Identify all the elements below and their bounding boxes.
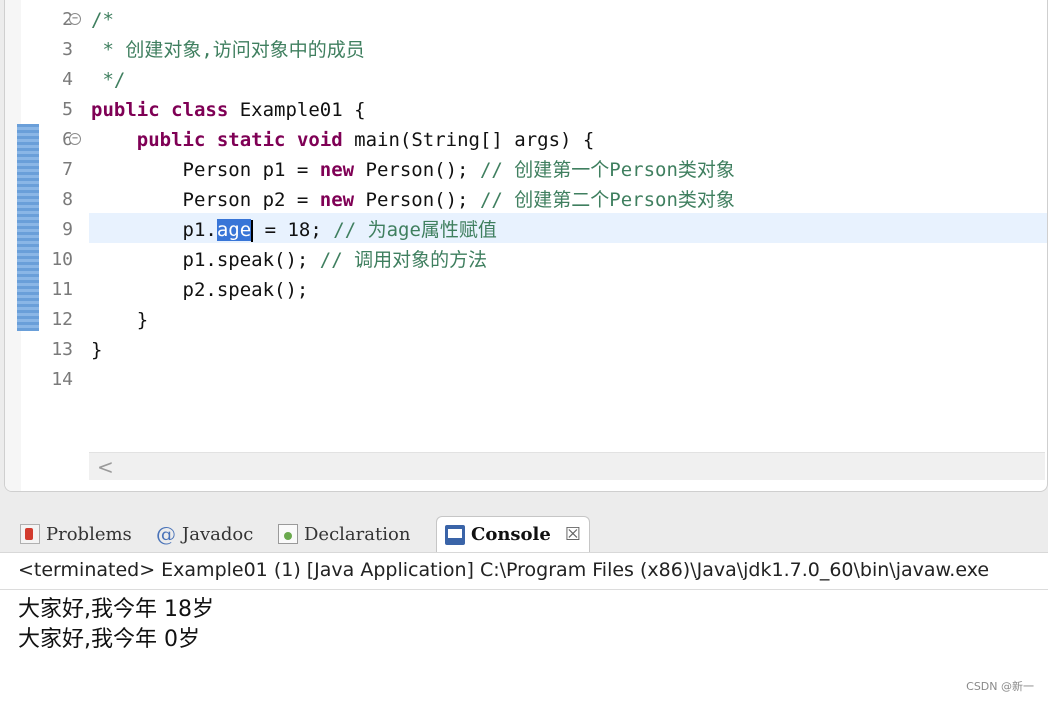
keyword-token: static [216, 129, 286, 151]
tab-console[interactable]: Console ☒ [436, 516, 590, 552]
keyword-token: new [319, 189, 355, 211]
line-number: 12 [51, 309, 73, 330]
horizontal-scrollbar[interactable]: < [89, 452, 1045, 480]
code-token: Person(); [354, 189, 480, 211]
tab-javadoc[interactable]: @ Javadoc [148, 516, 261, 552]
code-token: p1. [91, 219, 217, 241]
declaration-icon [278, 524, 298, 544]
tab-problems-label: Problems [46, 523, 132, 545]
tab-declaration-label: Declaration [304, 523, 411, 545]
line-number: 3 [62, 39, 73, 60]
code-editor[interactable]: 2−/* 3 * 创建对象,访问对象中的成员 4 */5 public class E… [4, 0, 1048, 492]
code-text[interactable]: p1.speak(); // 调用对象的方法 [91, 245, 488, 275]
code-text[interactable]: } [91, 305, 148, 335]
code-token: } [91, 339, 103, 361]
comment-token: // 创建第一个Person类对象 [479, 159, 735, 181]
line-number: 7 [62, 159, 73, 180]
code-line[interactable]: 7 Person p1 = new Person(); // 创建第一个Pers… [5, 155, 1045, 185]
keyword-token: void [296, 129, 343, 151]
comment-token: * 创建对象,访问对象中的成员 [91, 39, 365, 61]
code-text[interactable]: /* [91, 5, 114, 35]
line-number: 6 [62, 129, 73, 150]
code-line[interactable]: 11 p2.speak(); [5, 275, 1045, 305]
tab-javadoc-label: Javadoc [182, 523, 254, 545]
code-token: main(String[] args) { [342, 129, 595, 151]
comment-token: // 创建第二个Person类对象 [479, 189, 735, 211]
console-icon [445, 524, 465, 545]
code-line[interactable]: 4 */ [5, 65, 1045, 95]
keyword-token: public [136, 129, 206, 151]
console-view[interactable]: <terminated> Example01 (1) [Java Applica… [0, 552, 1048, 704]
tab-declaration[interactable]: Declaration [270, 516, 418, 552]
code-line[interactable]: 13} [5, 335, 1045, 365]
comment-token: // 为age属性赋值 [333, 219, 497, 241]
line-number: 2 [62, 9, 73, 30]
code-text[interactable]: p1.age = 18; // 为age属性赋值 [91, 215, 497, 245]
code-line[interactable]: 10 p1.speak(); // 调用对象的方法 [5, 245, 1045, 275]
code-line[interactable]: 14 [5, 365, 1045, 395]
line-number: 5 [62, 99, 73, 120]
code-token: p1.speak(); [91, 249, 320, 271]
tab-console-label: Console [471, 524, 551, 545]
comment-token: // 调用对象的方法 [319, 249, 488, 271]
keyword-token: class [171, 99, 229, 121]
code-text[interactable]: Person p2 = new Person(); // 创建第二个Person… [91, 185, 735, 215]
console-divider [0, 589, 1048, 590]
code-line[interactable]: 6− public static void main(String[] args… [5, 125, 1045, 155]
line-number: 11 [51, 279, 73, 300]
code-token: } [91, 309, 149, 331]
code-text[interactable]: public static void main(String[] args) { [91, 125, 595, 155]
watermark: CSDN @新一 [966, 680, 1034, 693]
code-line[interactable]: 12 } [5, 305, 1045, 335]
code-text[interactable]: */ [91, 65, 125, 95]
line-number: 14 [51, 369, 73, 390]
javadoc-icon: @ [156, 522, 176, 546]
code-line[interactable]: 3 * 创建对象,访问对象中的成员 [5, 35, 1045, 65]
code-text[interactable]: Person p1 = new Person(); // 创建第一个Person… [91, 155, 735, 185]
line-number: 13 [51, 339, 73, 360]
keyword-token: new [319, 159, 355, 181]
line-number: 10 [51, 249, 73, 270]
code-line[interactable]: 5 public class Example01 { [5, 95, 1045, 125]
code-token: Person p1 = [91, 159, 320, 181]
selected-token: age [216, 219, 252, 241]
code-line[interactable]: 9 p1.age = 18; // 为age属性赋值 [5, 215, 1045, 245]
code-text[interactable]: } [91, 335, 102, 365]
scroll-left-icon[interactable]: < [97, 455, 114, 479]
console-output-line: 大家好,我今年 18岁 [18, 597, 214, 622]
line-number: 8 [62, 189, 73, 210]
tab-problems[interactable]: Problems [12, 516, 140, 552]
bottom-panel-tabbar: Problems @ Javadoc Declaration Console ☒ [0, 510, 1048, 552]
code-line[interactable]: 2−/* [5, 5, 1045, 35]
code-token: Example01 { [228, 99, 366, 121]
code-token: = 18; [253, 219, 334, 241]
comment-token: */ [91, 69, 126, 91]
close-icon[interactable]: ☒ [565, 524, 581, 545]
console-status: <terminated> Example01 (1) [Java Applica… [18, 559, 990, 581]
line-number: 9 [62, 219, 73, 240]
console-output-line: 大家好,我今年 0岁 [18, 627, 200, 652]
fold-toggle-icon[interactable]: − [69, 13, 81, 25]
fold-toggle-icon[interactable]: − [69, 133, 81, 145]
problems-icon [20, 524, 40, 544]
code-token: p2.speak(); [91, 279, 309, 301]
code-text[interactable]: public class Example01 { [91, 95, 366, 125]
line-number: 4 [62, 69, 73, 90]
code-text[interactable]: p2.speak(); [91, 275, 309, 305]
code-text[interactable]: * 创建对象,访问对象中的成员 [91, 35, 365, 65]
keyword-token: public [91, 99, 160, 121]
comment-token: /* [91, 9, 114, 31]
code-token: Person(); [354, 159, 480, 181]
code-line[interactable]: 8 Person p2 = new Person(); // 创建第二个Pers… [5, 185, 1045, 215]
code-token: Person p2 = [91, 189, 320, 211]
